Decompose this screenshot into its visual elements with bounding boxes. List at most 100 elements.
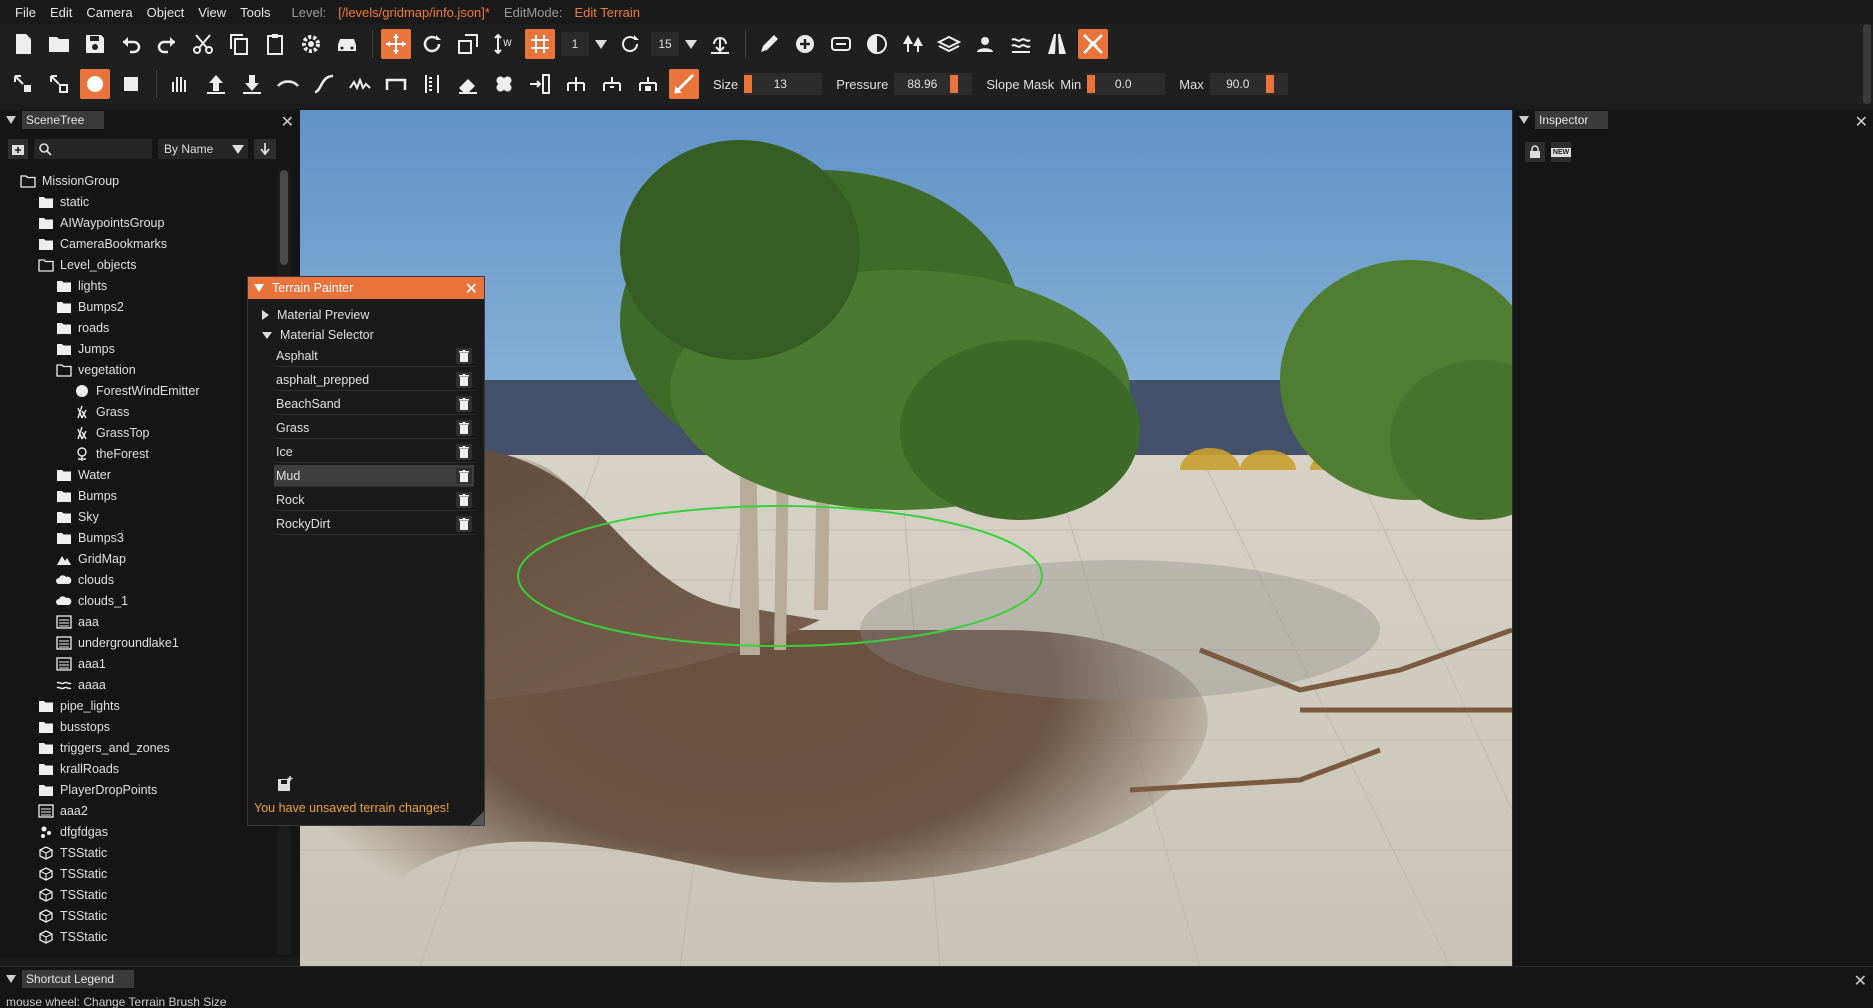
close-icon[interactable]: ✕ bbox=[1854, 971, 1867, 991]
terrain-select-region-button[interactable] bbox=[44, 69, 74, 99]
tree-item[interactable]: PlayerDropPoints bbox=[0, 779, 276, 800]
tree-item[interactable]: Water bbox=[0, 464, 276, 485]
slider-handle[interactable] bbox=[744, 75, 753, 93]
smooth-slope-button[interactable] bbox=[309, 69, 339, 99]
copy-button[interactable] bbox=[224, 29, 254, 59]
tree-item[interactable]: CameraBookmarks bbox=[0, 233, 276, 254]
collapse-triangle-icon[interactable] bbox=[6, 975, 16, 983]
tree-item[interactable]: Jumps bbox=[0, 338, 276, 359]
material-item[interactable]: asphalt_prepped bbox=[274, 369, 474, 391]
snap-height-button[interactable]: W bbox=[489, 29, 519, 59]
delete-material-button[interactable] bbox=[456, 516, 472, 532]
add-group-button[interactable] bbox=[8, 139, 28, 159]
slope-max-slider[interactable]: 90.0 bbox=[1209, 73, 1288, 95]
menu-view[interactable]: View bbox=[191, 5, 233, 20]
save-button[interactable] bbox=[80, 29, 110, 59]
terrain-painter-titlebar[interactable]: Terrain Painter ✕ bbox=[248, 277, 484, 299]
scenetree-search-input[interactable] bbox=[34, 139, 152, 159]
noise-button[interactable] bbox=[345, 69, 375, 99]
tree-item[interactable]: undergroundlake1 bbox=[0, 632, 276, 653]
tree-item[interactable]: MissionGroup bbox=[0, 170, 276, 191]
brush-circle-button[interactable] bbox=[80, 69, 110, 99]
tree-item[interactable]: Level_objects bbox=[0, 254, 276, 275]
tree-item[interactable]: Bumps bbox=[0, 485, 276, 506]
tree-item[interactable]: Grass bbox=[0, 401, 276, 422]
slider-handle[interactable] bbox=[1087, 75, 1096, 93]
spawn-tool-button[interactable] bbox=[970, 29, 1000, 59]
delete-material-button[interactable] bbox=[456, 420, 472, 436]
brush-square-button[interactable] bbox=[116, 69, 146, 99]
tree-item[interactable]: GrassTop bbox=[0, 422, 276, 443]
tree-item[interactable]: TSStatic bbox=[0, 863, 276, 884]
undo-button[interactable] bbox=[116, 29, 146, 59]
delete-material-button[interactable] bbox=[456, 348, 472, 364]
tree-item[interactable]: aaa bbox=[0, 611, 276, 632]
cut-button[interactable] bbox=[188, 29, 218, 59]
settings-button[interactable] bbox=[296, 29, 326, 59]
collapse-triangle-icon[interactable] bbox=[254, 284, 264, 292]
tree-item[interactable]: static bbox=[0, 191, 276, 212]
tree-item[interactable]: theForest bbox=[0, 443, 276, 464]
menu-object[interactable]: Object bbox=[140, 5, 192, 20]
raise-height-button[interactable] bbox=[201, 69, 231, 99]
material-item[interactable]: RockyDirt bbox=[274, 513, 474, 535]
river-tool-button[interactable] bbox=[1006, 29, 1036, 59]
scenetree-title[interactable]: SceneTree bbox=[22, 111, 105, 129]
slider-handle[interactable] bbox=[950, 75, 959, 93]
rotate-tool-button[interactable] bbox=[417, 29, 447, 59]
delete-material-button[interactable] bbox=[456, 444, 472, 460]
tree-item[interactable]: lights bbox=[0, 275, 276, 296]
road-tool-button[interactable] bbox=[826, 29, 856, 59]
material-item[interactable]: Rock bbox=[274, 489, 474, 511]
tree-item[interactable]: TSStatic bbox=[0, 926, 276, 947]
tree-item[interactable]: clouds_1 bbox=[0, 590, 276, 611]
menu-file[interactable]: File bbox=[8, 5, 43, 20]
terrain-select-button[interactable] bbox=[8, 69, 38, 99]
menu-tools[interactable]: Tools bbox=[233, 5, 277, 20]
paint-erase-button[interactable] bbox=[633, 69, 663, 99]
restore-terrain-button[interactable] bbox=[489, 69, 519, 99]
tree-item[interactable]: aaaa bbox=[0, 674, 276, 695]
material-preview-section[interactable]: Material Preview bbox=[248, 305, 484, 325]
adjust-height-button[interactable] bbox=[525, 69, 555, 99]
tree-item[interactable]: Bumps2 bbox=[0, 296, 276, 317]
new-inspector-button[interactable]: NEW bbox=[1550, 142, 1572, 162]
tree-item[interactable]: TSStatic bbox=[0, 842, 276, 863]
tree-item[interactable]: vegetation bbox=[0, 359, 276, 380]
clear-terrain-button[interactable] bbox=[453, 69, 483, 99]
material-selector-section[interactable]: Material Selector bbox=[248, 325, 484, 345]
close-icon[interactable]: ✕ bbox=[281, 112, 294, 132]
menu-camera[interactable]: Camera bbox=[79, 5, 139, 20]
material-item[interactable]: Ice bbox=[274, 441, 474, 463]
rotate-snap-dropdown[interactable]: 15 bbox=[651, 32, 697, 56]
scrollbar-thumb[interactable] bbox=[280, 170, 288, 265]
delete-material-button[interactable] bbox=[456, 372, 472, 388]
slope-min-slider[interactable]: 0.0 bbox=[1087, 73, 1166, 95]
tree-item[interactable]: TSStatic bbox=[0, 884, 276, 905]
sort-select[interactable]: By Name bbox=[158, 139, 248, 159]
redo-button[interactable] bbox=[152, 29, 182, 59]
tree-item[interactable]: TSStatic bbox=[0, 905, 276, 926]
inspector-title[interactable]: Inspector bbox=[1535, 111, 1609, 129]
material-item[interactable]: BeachSand bbox=[274, 393, 474, 415]
tree-item[interactable]: pipe_lights bbox=[0, 695, 276, 716]
tree-item[interactable]: dfgfdgas bbox=[0, 821, 276, 842]
menu-edit[interactable]: Edit bbox=[43, 5, 79, 20]
size-slider[interactable]: 13 bbox=[744, 73, 823, 95]
rotate-snap-button[interactable] bbox=[615, 29, 645, 59]
tree-item[interactable]: krallRoads bbox=[0, 758, 276, 779]
material-item[interactable]: Grass bbox=[274, 417, 474, 439]
add-object-button[interactable] bbox=[790, 29, 820, 59]
tree-item[interactable]: AIWaypointsGroup bbox=[0, 212, 276, 233]
forest-tool-button[interactable] bbox=[898, 29, 928, 59]
delete-material-button[interactable] bbox=[456, 492, 472, 508]
material-item[interactable]: Asphalt bbox=[274, 345, 474, 367]
vehicle-button[interactable] bbox=[332, 29, 362, 59]
brush-settings-button[interactable] bbox=[669, 69, 699, 99]
tree-item[interactable]: triggers_and_zones bbox=[0, 737, 276, 758]
grid-snap-dropdown[interactable]: 1 bbox=[561, 32, 607, 56]
tree-item[interactable]: aaa1 bbox=[0, 653, 276, 674]
tree-item[interactable]: roads bbox=[0, 317, 276, 338]
smooth-button[interactable] bbox=[273, 69, 303, 99]
scale-tool-button[interactable] bbox=[453, 29, 483, 59]
